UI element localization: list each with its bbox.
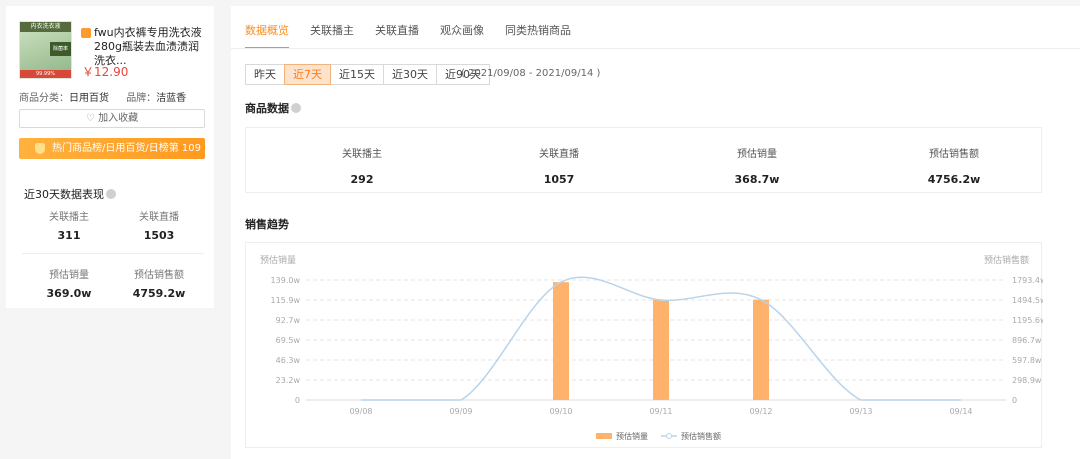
kpi-related-lives: 关联直播 1057 bbox=[499, 145, 619, 186]
tab-overview[interactable]: 数据概览 bbox=[245, 22, 289, 49]
stat-label: 预估销量 bbox=[49, 270, 89, 281]
range-yesterday[interactable]: 昨天 bbox=[245, 64, 285, 85]
legend-swatch-sales bbox=[596, 433, 612, 439]
brand-label: 品牌： bbox=[126, 93, 157, 104]
y2-axis-label: 预估销售额 bbox=[984, 254, 1029, 266]
legend-label-revenue: 预估销售额 bbox=[681, 431, 721, 441]
stat-value: 1503 bbox=[143, 229, 175, 242]
y-tick-label: 46.3w bbox=[276, 356, 301, 365]
bar-est-sales bbox=[553, 282, 569, 400]
y2-tick-label: 298.9w bbox=[1012, 376, 1042, 385]
kpi-related-hosts: 关联播主 292 bbox=[302, 145, 422, 186]
range-30d[interactable]: 近30天 bbox=[383, 64, 437, 85]
rank-text: 热门商品榜/日用百货/日榜第 109 bbox=[52, 143, 202, 154]
product-data-title: 商品数据 bbox=[245, 100, 301, 116]
x-tick-label: 09/14 bbox=[949, 407, 972, 416]
kpi-label: 预估销量 bbox=[737, 149, 777, 160]
product-price: ￥12.90 bbox=[82, 65, 129, 79]
add-favorite-button[interactable]: ♡ 加入收藏 bbox=[19, 109, 205, 128]
y-tick-label: 92.7w bbox=[276, 316, 301, 325]
y-tick-label: 69.5w bbox=[276, 336, 301, 345]
tab-similar-products[interactable]: 同类热销商品 bbox=[505, 22, 571, 49]
help-icon[interactable] bbox=[291, 103, 301, 113]
stat-value: 311 bbox=[57, 229, 81, 242]
x-tick-label: 09/11 bbox=[649, 407, 672, 416]
stat-est-sales: 预估销量 369.0w bbox=[24, 266, 114, 300]
y-tick-label: 0 bbox=[295, 396, 300, 405]
legend-label-sales: 预估销量 bbox=[616, 431, 648, 441]
category-value: 日用百货 bbox=[69, 93, 109, 104]
y2-tick-label: 1494.5w bbox=[1012, 296, 1043, 305]
y2-tick-label: 1793.4w bbox=[1012, 276, 1043, 285]
x-tick-label: 09/12 bbox=[749, 407, 772, 416]
stat-related-lives: 关联直播 1503 bbox=[114, 208, 204, 242]
legend-marker-revenue bbox=[666, 433, 672, 439]
date-range-selector: 昨天 近7天 近15天 近30天 近90天 bbox=[245, 64, 490, 85]
recent30-title-text: 近30天数据表现 bbox=[24, 188, 104, 201]
rank-banner[interactable]: 热门商品榜/日用百货/日榜第 109 bbox=[19, 138, 205, 159]
x-tick-label: 09/09 bbox=[449, 407, 472, 416]
kpi-est-revenue: 预估销售额 4756.2w bbox=[894, 145, 1014, 186]
stat-est-revenue: 预估销售额 4759.2w bbox=[114, 266, 204, 300]
help-icon[interactable] bbox=[106, 189, 116, 199]
stat-label: 关联直播 bbox=[139, 212, 179, 223]
tab-related-hosts[interactable]: 关联播主 bbox=[310, 22, 354, 49]
range-15d[interactable]: 近15天 bbox=[330, 64, 384, 85]
y2-tick-label: 597.8w bbox=[1012, 356, 1042, 365]
tab-audience[interactable]: 观众画像 bbox=[440, 22, 484, 49]
stat-related-hosts: 关联播主 311 bbox=[24, 208, 114, 242]
y-tick-label: 115.9w bbox=[271, 296, 301, 305]
stat-label: 关联播主 bbox=[49, 212, 89, 223]
brand-value: 洁蓝香 bbox=[156, 93, 187, 104]
product-data-title-text: 商品数据 bbox=[245, 102, 289, 115]
thumb-badge: 除菌率 bbox=[50, 42, 71, 56]
kpi-label: 关联播主 bbox=[342, 149, 382, 160]
kpi-label: 预估销售额 bbox=[929, 149, 979, 160]
data-overview-panel: 数据概览 关联播主 关联直播 观众画像 同类热销商品 昨天 近7天 近15天 近… bbox=[231, 6, 1080, 459]
kpi-value: 1057 bbox=[543, 173, 575, 186]
date-range-text: ( 2021/09/08 - 2021/09/14 ) bbox=[461, 68, 601, 79]
stats-divider bbox=[22, 253, 204, 254]
x-tick-label: 09/10 bbox=[549, 407, 572, 416]
stat-value: 4759.2w bbox=[132, 287, 186, 300]
x-tick-label: 09/08 bbox=[349, 407, 372, 416]
kpi-value: 4756.2w bbox=[927, 173, 981, 186]
tab-bar: 数据概览 关联播主 关联直播 观众画像 同类热销商品 bbox=[245, 22, 592, 49]
trophy-icon bbox=[35, 143, 45, 154]
product-title[interactable]: fwu内衣裤专用洗衣液280g瓶装去血渍渍润洗衣... bbox=[94, 26, 209, 68]
y2-tick-label: 0 bbox=[1012, 396, 1017, 405]
bar-est-sales bbox=[653, 299, 669, 400]
add-favorite-label: 加入收藏 bbox=[98, 113, 139, 124]
kpi-box: 关联播主 292 关联直播 1057 预估销量 368.7w 预估销售额 475… bbox=[245, 127, 1042, 193]
kpi-value: 368.7w bbox=[734, 173, 780, 186]
product-summary-panel: 内衣洗衣液 除菌率 99.99% fwu内衣裤专用洗衣液280g瓶装去血渍渍润洗… bbox=[6, 6, 214, 308]
stat-label: 预估销售额 bbox=[134, 270, 184, 281]
product-thumbnail[interactable]: 内衣洗衣液 除菌率 99.99% bbox=[19, 21, 72, 79]
kpi-est-sales: 预估销量 368.7w bbox=[697, 145, 817, 186]
y2-tick-label: 1195.6w bbox=[1012, 316, 1043, 325]
kpi-value: 292 bbox=[350, 173, 374, 186]
recent30-title: 近30天数据表现 bbox=[24, 186, 116, 202]
tab-divider bbox=[231, 48, 1080, 49]
range-7d[interactable]: 近7天 bbox=[284, 64, 331, 85]
shop-icon bbox=[81, 28, 91, 38]
y-tick-label: 139.0w bbox=[271, 276, 301, 285]
x-tick-label: 09/13 bbox=[849, 407, 872, 416]
category-label: 商品分类： bbox=[19, 93, 69, 104]
thumb-tag: 内衣洗衣液 bbox=[20, 22, 71, 32]
category-row: 商品分类：日用百货 品牌：洁蓝香 bbox=[19, 89, 186, 104]
sales-trend-chart-box: 预估销量 预估销售额 0 0 23.2w 298.9w 46.3w 597.8w 69.5w 89… bbox=[245, 242, 1047, 448]
bar-est-sales bbox=[753, 299, 769, 400]
stat-value: 369.0w bbox=[46, 287, 92, 300]
y-tick-label: 23.2w bbox=[276, 376, 301, 385]
heart-icon: ♡ bbox=[85, 113, 95, 124]
kpi-label: 关联直播 bbox=[539, 149, 579, 160]
thumb-strip: 99.99% bbox=[20, 70, 71, 78]
sales-trend-chart: 预估销量 预估销售额0 023.2w 298.9w46.3w 597.8w69.5w 89… bbox=[260, 254, 1047, 441]
y-axis-label: 预估销量 bbox=[260, 254, 296, 266]
sales-trend-title: 销售趋势 bbox=[245, 218, 289, 231]
y2-tick-label: 896.7w bbox=[1012, 336, 1042, 345]
tab-related-lives[interactable]: 关联直播 bbox=[375, 22, 419, 49]
